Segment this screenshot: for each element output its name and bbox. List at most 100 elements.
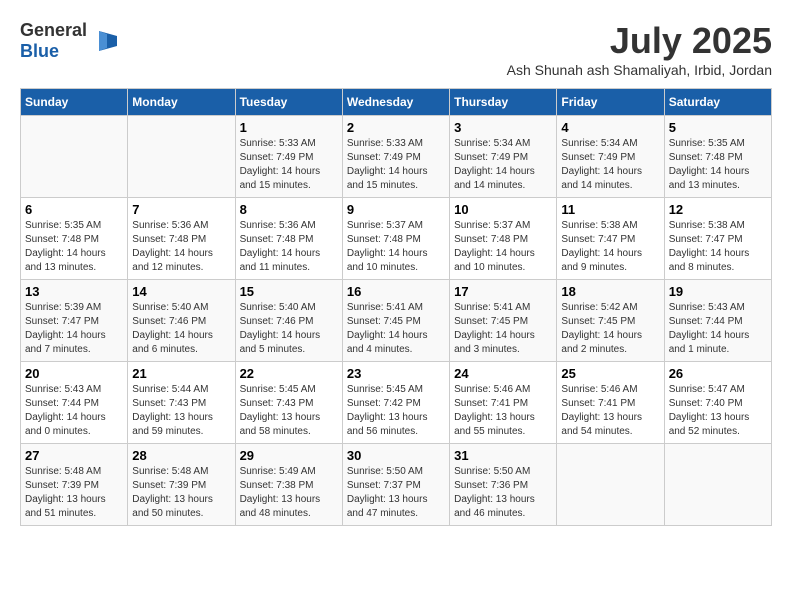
day-number: 25 [561,366,659,381]
day-daylight: Daylight: 14 hours and 7 minutes. [25,330,106,355]
calendar-cell: 7 Sunrise: 5:36 AM Sunset: 7:48 PM Dayli… [128,198,235,280]
calendar-header-row: SundayMondayTuesdayWednesdayThursdayFrid… [21,89,772,116]
day-daylight: Daylight: 14 hours and 13 minutes. [669,166,750,191]
day-of-week-header: Sunday [21,89,128,116]
day-of-week-header: Saturday [664,89,771,116]
day-daylight: Daylight: 13 hours and 50 minutes. [132,494,213,519]
calendar-cell: 15 Sunrise: 5:40 AM Sunset: 7:46 PM Dayl… [235,280,342,362]
day-sunrise: Sunrise: 5:50 AM [347,466,423,477]
day-daylight: Daylight: 13 hours and 55 minutes. [454,412,535,437]
day-sunrise: Sunrise: 5:44 AM [132,384,208,395]
day-sunset: Sunset: 7:48 PM [132,234,206,245]
day-sunset: Sunset: 7:49 PM [454,152,528,163]
day-daylight: Daylight: 13 hours and 56 minutes. [347,412,428,437]
day-number: 1 [240,120,338,135]
day-sunset: Sunset: 7:49 PM [561,152,635,163]
day-daylight: Daylight: 14 hours and 11 minutes. [240,248,321,273]
calendar-cell: 13 Sunrise: 5:39 AM Sunset: 7:47 PM Dayl… [21,280,128,362]
day-sunrise: Sunrise: 5:49 AM [240,466,316,477]
calendar-cell: 12 Sunrise: 5:38 AM Sunset: 7:47 PM Dayl… [664,198,771,280]
day-sunrise: Sunrise: 5:36 AM [132,220,208,231]
day-sunset: Sunset: 7:49 PM [240,152,314,163]
day-number: 11 [561,202,659,217]
day-sunrise: Sunrise: 5:45 AM [347,384,423,395]
day-daylight: Daylight: 14 hours and 13 minutes. [25,248,106,273]
day-sunset: Sunset: 7:45 PM [347,316,421,327]
day-number: 13 [25,284,123,299]
day-number: 31 [454,448,552,463]
day-number: 20 [25,366,123,381]
day-number: 16 [347,284,445,299]
day-sunrise: Sunrise: 5:35 AM [25,220,101,231]
day-number: 28 [132,448,230,463]
calendar-cell: 24 Sunrise: 5:46 AM Sunset: 7:41 PM Dayl… [450,362,557,444]
day-daylight: Daylight: 13 hours and 52 minutes. [669,412,750,437]
day-sunrise: Sunrise: 5:47 AM [669,384,745,395]
calendar-cell: 25 Sunrise: 5:46 AM Sunset: 7:41 PM Dayl… [557,362,664,444]
calendar-cell: 6 Sunrise: 5:35 AM Sunset: 7:48 PM Dayli… [21,198,128,280]
day-sunrise: Sunrise: 5:33 AM [240,138,316,149]
day-number: 6 [25,202,123,217]
calendar-cell [557,444,664,526]
logo-text: General Blue [20,20,87,62]
day-daylight: Daylight: 14 hours and 14 minutes. [454,166,535,191]
calendar-cell: 5 Sunrise: 5:35 AM Sunset: 7:48 PM Dayli… [664,116,771,198]
day-sunset: Sunset: 7:43 PM [240,398,314,409]
day-sunrise: Sunrise: 5:41 AM [347,302,423,313]
day-number: 5 [669,120,767,135]
calendar-cell: 26 Sunrise: 5:47 AM Sunset: 7:40 PM Dayl… [664,362,771,444]
calendar-cell: 2 Sunrise: 5:33 AM Sunset: 7:49 PM Dayli… [342,116,449,198]
calendar-cell: 28 Sunrise: 5:48 AM Sunset: 7:39 PM Dayl… [128,444,235,526]
location-title: Ash Shunah ash Shamaliyah, Irbid, Jordan [507,62,772,78]
day-number: 17 [454,284,552,299]
day-sunrise: Sunrise: 5:37 AM [347,220,423,231]
day-of-week-header: Wednesday [342,89,449,116]
day-sunset: Sunset: 7:37 PM [347,480,421,491]
day-daylight: Daylight: 14 hours and 1 minute. [669,330,750,355]
day-sunrise: Sunrise: 5:43 AM [25,384,101,395]
calendar-week-row: 27 Sunrise: 5:48 AM Sunset: 7:39 PM Dayl… [21,444,772,526]
day-sunset: Sunset: 7:43 PM [132,398,206,409]
day-number: 4 [561,120,659,135]
day-daylight: Daylight: 13 hours and 59 minutes. [132,412,213,437]
day-sunset: Sunset: 7:48 PM [240,234,314,245]
calendar-cell: 31 Sunrise: 5:50 AM Sunset: 7:36 PM Dayl… [450,444,557,526]
calendar-week-row: 6 Sunrise: 5:35 AM Sunset: 7:48 PM Dayli… [21,198,772,280]
day-sunrise: Sunrise: 5:33 AM [347,138,423,149]
calendar-cell: 29 Sunrise: 5:49 AM Sunset: 7:38 PM Dayl… [235,444,342,526]
day-daylight: Daylight: 13 hours and 58 minutes. [240,412,321,437]
day-sunrise: Sunrise: 5:36 AM [240,220,316,231]
day-sunset: Sunset: 7:47 PM [561,234,635,245]
day-sunset: Sunset: 7:40 PM [669,398,743,409]
day-sunset: Sunset: 7:46 PM [132,316,206,327]
day-sunset: Sunset: 7:39 PM [132,480,206,491]
day-number: 10 [454,202,552,217]
day-number: 9 [347,202,445,217]
day-sunrise: Sunrise: 5:43 AM [669,302,745,313]
day-number: 24 [454,366,552,381]
day-daylight: Daylight: 14 hours and 6 minutes. [132,330,213,355]
day-sunrise: Sunrise: 5:42 AM [561,302,637,313]
day-daylight: Daylight: 14 hours and 10 minutes. [454,248,535,273]
day-number: 23 [347,366,445,381]
calendar-cell: 23 Sunrise: 5:45 AM Sunset: 7:42 PM Dayl… [342,362,449,444]
calendar-cell: 18 Sunrise: 5:42 AM Sunset: 7:45 PM Dayl… [557,280,664,362]
day-daylight: Daylight: 14 hours and 10 minutes. [347,248,428,273]
calendar-table: SundayMondayTuesdayWednesdayThursdayFrid… [20,88,772,526]
day-daylight: Daylight: 14 hours and 0 minutes. [25,412,106,437]
calendar-cell: 21 Sunrise: 5:44 AM Sunset: 7:43 PM Dayl… [128,362,235,444]
day-daylight: Daylight: 14 hours and 2 minutes. [561,330,642,355]
day-sunrise: Sunrise: 5:46 AM [454,384,530,395]
day-of-week-header: Friday [557,89,664,116]
calendar-cell [128,116,235,198]
day-number: 30 [347,448,445,463]
day-sunset: Sunset: 7:38 PM [240,480,314,491]
calendar-week-row: 13 Sunrise: 5:39 AM Sunset: 7:47 PM Dayl… [21,280,772,362]
day-of-week-header: Tuesday [235,89,342,116]
title-block: July 2025 Ash Shunah ash Shamaliyah, Irb… [507,20,772,78]
day-sunset: Sunset: 7:42 PM [347,398,421,409]
day-number: 3 [454,120,552,135]
day-sunset: Sunset: 7:36 PM [454,480,528,491]
calendar-cell: 17 Sunrise: 5:41 AM Sunset: 7:45 PM Dayl… [450,280,557,362]
day-daylight: Daylight: 14 hours and 9 minutes. [561,248,642,273]
